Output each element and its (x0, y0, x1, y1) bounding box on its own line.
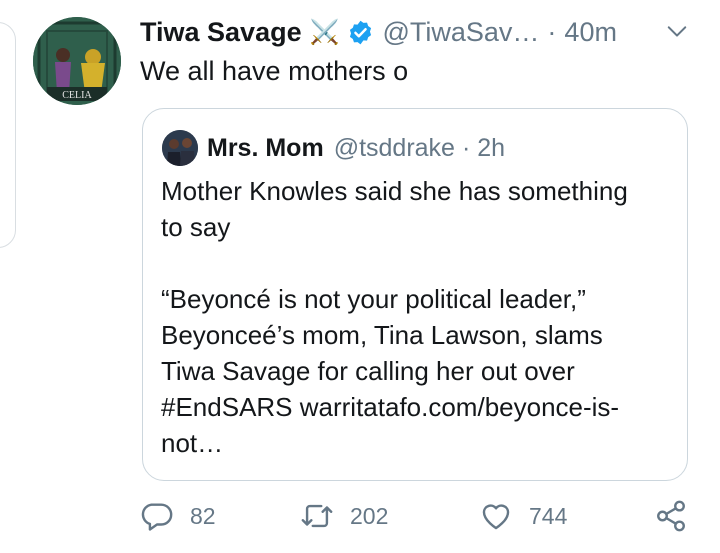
tweet-header: Tiwa Savage ⚔️ @TiwaSav… · 40m (140, 14, 700, 50)
retweet-button[interactable]: 202 (300, 496, 388, 536)
quoted-text-line: “Beyoncé is not your political leader,” (161, 284, 586, 314)
author-name[interactable]: Tiwa Savage (140, 17, 302, 48)
separator-dot: · (547, 16, 557, 47)
quoted-text-line: Mother Knowles said she has something (161, 176, 628, 206)
quoted-text-line: not… (161, 428, 224, 458)
author-handle[interactable]: @TiwaSav… (382, 17, 539, 48)
retweet-count: 202 (350, 502, 389, 529)
reply-count: 82 (190, 502, 216, 529)
share-button[interactable] (654, 496, 688, 536)
separator-dot: · (461, 133, 471, 162)
crossed-swords-emoji: ⚔️ (309, 18, 340, 46)
quoted-text-line: Beyonceé’s mom, Tina Lawson, slams (161, 320, 603, 350)
quoted-text-line: to say (161, 212, 231, 242)
retweet-icon (301, 504, 333, 528)
share-icon (657, 500, 685, 532)
quoted-tweet-time[interactable]: 2h (477, 134, 505, 163)
quoted-author-avatar[interactable] (162, 130, 198, 166)
quoted-tweet-card[interactable]: Mrs. Mom @tsddrake · 2h Mother Knowles s… (142, 108, 688, 481)
author-avatar[interactable]: CELIA (33, 17, 121, 105)
tweet-text: We all have mothers o (140, 56, 409, 86)
tweet-actions: 82 202 744 (0, 496, 720, 536)
reply-button[interactable]: 82 (140, 496, 216, 536)
verified-badge-icon (350, 20, 372, 44)
quoted-tweet-text: Mother Knowles said she has something to… (161, 173, 681, 461)
quoted-author-name[interactable]: Mrs. Mom (207, 134, 324, 163)
like-button[interactable]: 744 (479, 496, 567, 536)
tweet-time[interactable]: 40m (564, 17, 617, 48)
avatar-caption: CELIA (62, 90, 92, 101)
like-count: 744 (529, 502, 568, 529)
reply-icon (141, 503, 173, 531)
heart-icon (482, 504, 510, 530)
quoted-text-line: Tiwa Savage for calling her out over (161, 356, 575, 386)
quoted-text-line: #EndSARS warritatafo.com/beyonce-is- (161, 392, 620, 422)
quoted-tweet-header: Mrs. Mom @tsddrake · 2h (207, 131, 505, 165)
chevron-down-icon[interactable] (666, 20, 688, 42)
quoted-author-handle[interactable]: @tsddrake (334, 134, 455, 163)
adjacent-card-edge (0, 22, 16, 248)
